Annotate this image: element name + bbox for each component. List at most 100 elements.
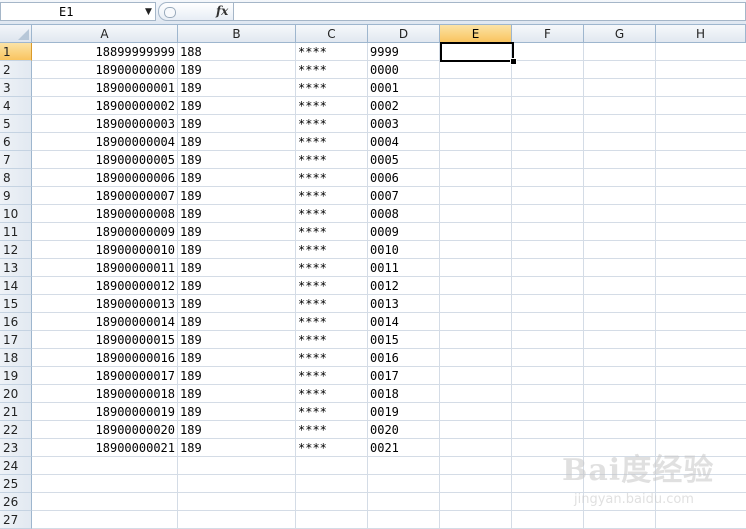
cell-c20[interactable]: **** — [296, 385, 368, 403]
cell-d11[interactable]: 0009 — [368, 223, 440, 241]
cell-b8[interactable]: 189 — [178, 169, 296, 187]
cell-b9[interactable]: 189 — [178, 187, 296, 205]
worksheet-grid[interactable]: ABCDEFGH 1 2 3 4 5 6 7 8 9 10 11 12 13 14 15 16 17 18 19 20… — [0, 25, 746, 529]
select-all-button[interactable] — [0, 25, 32, 43]
cell-b21[interactable]: 189 — [178, 403, 296, 421]
row-header-26[interactable]: 26 — [0, 493, 32, 511]
row-header-20[interactable]: 20 — [0, 385, 32, 403]
cell-b18[interactable]: 189 — [178, 349, 296, 367]
cell-c13[interactable]: **** — [296, 259, 368, 277]
row-header-10[interactable]: 10 — [0, 205, 32, 223]
cell-c18[interactable]: **** — [296, 349, 368, 367]
cell-d8[interactable]: 0006 — [368, 169, 440, 187]
cell-d2[interactable]: 0000 — [368, 61, 440, 79]
column-header-c[interactable]: C — [296, 25, 368, 43]
cell-b11[interactable]: 189 — [178, 223, 296, 241]
cell-d23[interactable]: 0021 — [368, 439, 440, 457]
cell-d1[interactable]: 9999 — [368, 43, 440, 61]
cell-c1[interactable]: **** — [296, 43, 368, 61]
column-header-d[interactable]: D — [368, 25, 440, 43]
cell-c10[interactable]: **** — [296, 205, 368, 223]
cell-c5[interactable]: **** — [296, 115, 368, 133]
cell-b19[interactable]: 189 — [178, 367, 296, 385]
cell-c9[interactable]: **** — [296, 187, 368, 205]
cell-d17[interactable]: 0015 — [368, 331, 440, 349]
row-header-3[interactable]: 3 — [0, 79, 32, 97]
cell-d16[interactable]: 0014 — [368, 313, 440, 331]
cell-c14[interactable]: **** — [296, 277, 368, 295]
row-header-15[interactable]: 15 — [0, 295, 32, 313]
chevron-down-icon[interactable]: ▼ — [142, 6, 155, 19]
cell-a10[interactable]: 18900000008 — [32, 205, 175, 223]
row-header-9[interactable]: 9 — [0, 187, 32, 205]
cell-a8[interactable]: 18900000006 — [32, 169, 175, 187]
cell-b13[interactable]: 189 — [178, 259, 296, 277]
cell-c21[interactable]: **** — [296, 403, 368, 421]
cell-b7[interactable]: 189 — [178, 151, 296, 169]
cell-b5[interactable]: 189 — [178, 115, 296, 133]
cell-a4[interactable]: 18900000002 — [32, 97, 175, 115]
cell-a14[interactable]: 18900000012 — [32, 277, 175, 295]
row-header-21[interactable]: 21 — [0, 403, 32, 421]
column-header-h[interactable]: H — [656, 25, 746, 43]
cell-c15[interactable]: **** — [296, 295, 368, 313]
column-header-a[interactable]: A — [32, 25, 178, 43]
cell-c22[interactable]: **** — [296, 421, 368, 439]
cell-a1[interactable]: 18899999999 — [32, 43, 175, 61]
cell-b3[interactable]: 189 — [178, 79, 296, 97]
row-header-4[interactable]: 4 — [0, 97, 32, 115]
cell-c2[interactable]: **** — [296, 61, 368, 79]
cell-c3[interactable]: **** — [296, 79, 368, 97]
cell-b4[interactable]: 189 — [178, 97, 296, 115]
cell-c17[interactable]: **** — [296, 331, 368, 349]
cell-a18[interactable]: 18900000016 — [32, 349, 175, 367]
column-header-f[interactable]: F — [512, 25, 584, 43]
resize-handle-icon[interactable] — [164, 7, 176, 18]
cell-a17[interactable]: 18900000015 — [32, 331, 175, 349]
cell-a9[interactable]: 18900000007 — [32, 187, 175, 205]
row-header-1[interactable]: 1 — [0, 43, 32, 61]
insert-function-icon[interactable]: fx — [216, 4, 228, 18]
cell-d3[interactable]: 0001 — [368, 79, 440, 97]
row-header-19[interactable]: 19 — [0, 367, 32, 385]
row-header-24[interactable]: 24 — [0, 457, 32, 475]
column-header-g[interactable]: G — [584, 25, 656, 43]
cell-d9[interactable]: 0007 — [368, 187, 440, 205]
cell-b14[interactable]: 189 — [178, 277, 296, 295]
cell-a3[interactable]: 18900000001 — [32, 79, 175, 97]
cell-a13[interactable]: 18900000011 — [32, 259, 175, 277]
cell-d13[interactable]: 0011 — [368, 259, 440, 277]
cell-d10[interactable]: 0008 — [368, 205, 440, 223]
cell-b2[interactable]: 189 — [178, 61, 296, 79]
cell-d20[interactable]: 0018 — [368, 385, 440, 403]
cell-d14[interactable]: 0012 — [368, 277, 440, 295]
cell-d4[interactable]: 0002 — [368, 97, 440, 115]
row-header-11[interactable]: 11 — [0, 223, 32, 241]
cell-a15[interactable]: 18900000013 — [32, 295, 175, 313]
cell-b22[interactable]: 189 — [178, 421, 296, 439]
cell-c23[interactable]: **** — [296, 439, 368, 457]
row-header-17[interactable]: 17 — [0, 331, 32, 349]
cell-b16[interactable]: 189 — [178, 313, 296, 331]
row-header-8[interactable]: 8 — [0, 169, 32, 187]
cell-d12[interactable]: 0010 — [368, 241, 440, 259]
cell-b10[interactable]: 189 — [178, 205, 296, 223]
column-header-e[interactable]: E — [440, 25, 512, 43]
cell-b15[interactable]: 189 — [178, 295, 296, 313]
cell-c11[interactable]: **** — [296, 223, 368, 241]
cell-b1[interactable]: 188 — [178, 43, 296, 61]
cell-a6[interactable]: 18900000004 — [32, 133, 175, 151]
cell-d7[interactable]: 0005 — [368, 151, 440, 169]
cell-a20[interactable]: 18900000018 — [32, 385, 175, 403]
cell-a19[interactable]: 18900000017 — [32, 367, 175, 385]
cell-a2[interactable]: 18900000000 — [32, 61, 175, 79]
column-header-b[interactable]: B — [178, 25, 296, 43]
cell-c8[interactable]: **** — [296, 169, 368, 187]
row-header-5[interactable]: 5 — [0, 115, 32, 133]
cell-d18[interactable]: 0016 — [368, 349, 440, 367]
row-header-22[interactable]: 22 — [0, 421, 32, 439]
cell-b17[interactable]: 189 — [178, 331, 296, 349]
cell-a23[interactable]: 18900000021 — [32, 439, 175, 457]
cell-a7[interactable]: 18900000005 — [32, 151, 175, 169]
fill-handle[interactable] — [510, 58, 517, 65]
